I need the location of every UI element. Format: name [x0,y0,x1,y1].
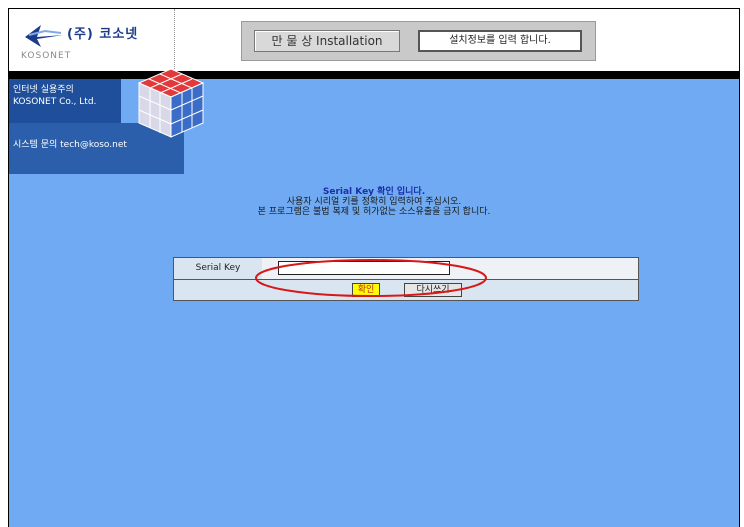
serial-info: Serial Key 확인 입니다. 사용자 시리얼 키를 정확히 입력하여 주… [9,187,739,217]
logo-english-text: KOSONET [21,51,72,61]
sidebar-contact: 시스템 문의 tech@koso.net [13,140,127,150]
copyright-warning: 본 프로그램은 불법 복제 및 허가없는 소스유출을 금지 합니다. [257,207,491,217]
status-field: 설치정보를 입력 합니다. [418,30,582,52]
company-logo: (주) 코소넷 KOSONET [9,9,175,73]
serial-key-input[interactable] [278,261,450,275]
header-divider [9,71,739,79]
logo-korean-text: (주) 코소넷 [67,27,139,42]
sidebar-company-name: KOSONET Co., Ltd. [13,97,97,107]
confirm-button[interactable]: 확인 [352,283,380,297]
serial-heading: Serial Key 확인 입니다. [322,187,426,197]
sidebar-company-block: 인터넷 실용주의 KOSONET Co., Ltd. [9,79,121,123]
sidebar: 인터넷 실용주의 KOSONET Co., Ltd. 시스템 문의 tech@k… [9,68,205,179]
serial-key-label: Serial Key [174,258,263,279]
serial-instruction: 사용자 시리얼 키를 정확히 입력하여 주십시오. [286,197,462,207]
button-row: 확인 다시쓰기 [174,280,638,300]
installer-window: (주) 코소넷 KOSONET 만 물 상 Installation 설치정보를… [8,8,740,527]
installation-button[interactable]: 만 물 상 Installation [254,30,400,52]
cube-logo-icon [137,68,205,138]
sidebar-slogan: 인터넷 실용주의 [13,85,74,95]
title-panel: 만 물 상 Installation 설치정보를 입력 합니다. [241,21,596,61]
serial-form: Serial Key 확인 다시쓰기 [173,257,639,301]
serial-row: Serial Key [174,258,638,280]
logo-swoosh-icon [25,25,63,47]
retype-button[interactable]: 다시쓰기 [404,283,462,297]
serial-input-cell [262,258,638,279]
header: (주) 코소넷 KOSONET 만 물 상 Installation 설치정보를… [9,9,739,73]
